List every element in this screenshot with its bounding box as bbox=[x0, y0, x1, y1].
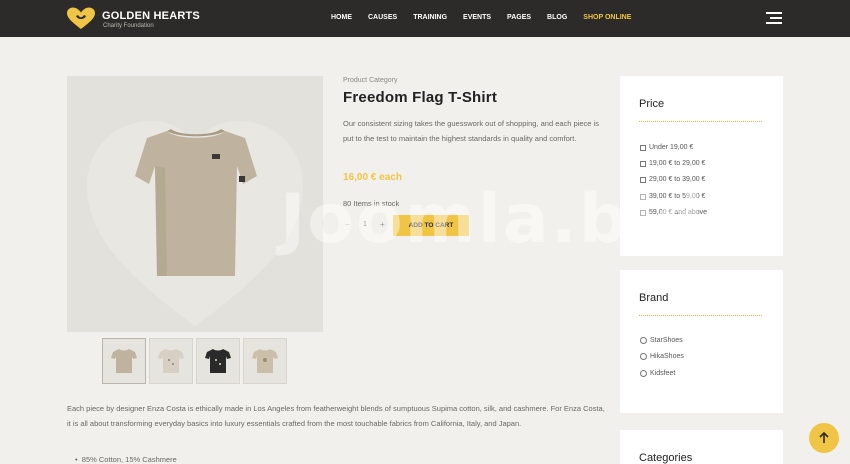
checkbox[interactable] bbox=[640, 144, 646, 151]
nav-events[interactable]: EVENTS bbox=[463, 14, 491, 21]
stock-status: 80 Items in stock bbox=[343, 199, 400, 208]
price-filter-panel: Price Under 19,00 € 19,00 € to 29,00 € 2… bbox=[620, 76, 783, 256]
thumbnail-3[interactable] bbox=[196, 338, 240, 384]
price-option[interactable]: 59,00 € and above bbox=[640, 209, 707, 216]
product-details-text: Each piece by designer Enza Costa is eth… bbox=[67, 404, 605, 428]
tshirt-thumb-icon bbox=[205, 349, 231, 373]
price-filter-title: Price bbox=[639, 98, 665, 110]
nav-home[interactable]: HOME bbox=[331, 14, 352, 21]
price-option[interactable]: 39,00 € to 59,00 € bbox=[640, 193, 705, 200]
radio-button[interactable] bbox=[640, 337, 647, 344]
radio-button[interactable] bbox=[640, 353, 647, 360]
price-option[interactable]: 19,00 € to 29,00 € bbox=[640, 160, 705, 167]
brand-filter-panel: Brand StarShoes HikaShoes Kidsfeet bbox=[620, 270, 783, 413]
brand-option[interactable]: StarShoes bbox=[640, 337, 683, 344]
product-price: 16,00 € each bbox=[343, 172, 402, 183]
product-title: Freedom Flag T-Shirt bbox=[343, 89, 498, 106]
logo-title: GOLDEN HEARTS bbox=[102, 10, 200, 22]
tshirt-thumb-icon bbox=[252, 349, 278, 373]
thumbnail-1[interactable] bbox=[102, 338, 146, 384]
nav-shop-online[interactable]: SHOP ONLINE bbox=[583, 14, 631, 21]
checkbox[interactable] bbox=[640, 160, 646, 167]
nav-training[interactable]: TRAINING bbox=[413, 14, 447, 21]
thumbnail-2[interactable] bbox=[149, 338, 193, 384]
price-option[interactable]: 29,00 € to 39,00 € bbox=[640, 176, 705, 183]
brand-option[interactable]: Kidsfeet bbox=[640, 370, 675, 377]
categories-panel: Categories bbox=[620, 430, 783, 464]
nav-pages[interactable]: PAGES bbox=[507, 14, 531, 21]
main-nav: HOME CAUSES TRAINING EVENTS PAGES BLOG S… bbox=[331, 14, 647, 21]
brand-filter-title: Brand bbox=[639, 292, 669, 304]
nav-causes[interactable]: CAUSES bbox=[368, 14, 397, 21]
add-to-cart-button[interactable]: ADD TO CART bbox=[393, 215, 469, 236]
thumbnail-strip bbox=[102, 338, 290, 384]
tshirt-thumb-icon bbox=[158, 349, 184, 373]
nav-blog[interactable]: BLOG bbox=[547, 14, 567, 21]
categories-title: Categories bbox=[639, 452, 693, 464]
quantity-stepper[interactable]: − 1 + bbox=[343, 216, 387, 236]
hamburger-icon[interactable] bbox=[766, 12, 782, 24]
checkbox[interactable] bbox=[640, 193, 646, 200]
quantity-minus-button[interactable]: − bbox=[345, 220, 350, 229]
product-main-image[interactable] bbox=[67, 76, 323, 332]
tshirt-image bbox=[87, 121, 303, 326]
checkbox[interactable] bbox=[640, 176, 646, 183]
divider bbox=[639, 315, 762, 316]
radio-button[interactable] bbox=[640, 370, 647, 377]
detail-bullet: • 85% Cotton, 15% Cashmere bbox=[75, 455, 177, 464]
brand-option[interactable]: HikaShoes bbox=[640, 353, 684, 360]
quantity-value[interactable]: 1 bbox=[363, 221, 367, 228]
arrow-up-icon bbox=[819, 432, 829, 443]
scroll-top-button[interactable] bbox=[809, 423, 839, 453]
product-category[interactable]: Product Category bbox=[343, 77, 397, 84]
quantity-plus-button[interactable]: + bbox=[380, 220, 385, 229]
top-navbar: GOLDEN HEARTS Charity Foundation HOME CA… bbox=[0, 0, 850, 37]
logo-subtitle: Charity Foundation bbox=[103, 23, 154, 29]
checkbox[interactable] bbox=[640, 209, 646, 216]
price-option[interactable]: Under 19,00 € bbox=[640, 144, 693, 151]
tshirt-thumb-icon bbox=[111, 349, 137, 373]
site-logo[interactable]: GOLDEN HEARTS Charity Foundation bbox=[66, 7, 206, 31]
product-description: Our consistent sizing takes the guesswor… bbox=[343, 119, 599, 143]
thumbnail-4[interactable] bbox=[243, 338, 287, 384]
heart-hands-icon bbox=[67, 7, 95, 29]
divider bbox=[639, 121, 762, 122]
